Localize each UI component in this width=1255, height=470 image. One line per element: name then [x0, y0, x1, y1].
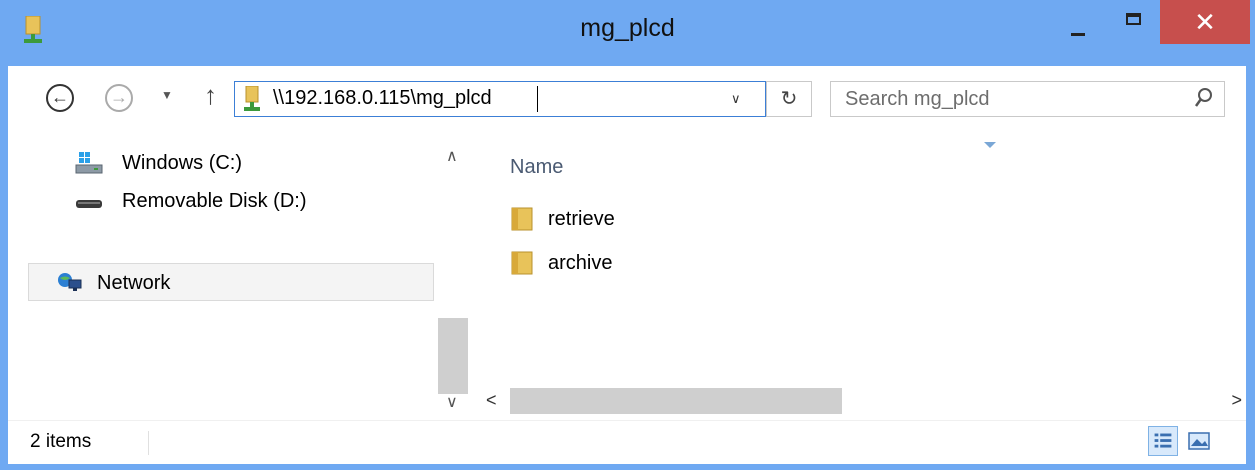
title-bar[interactable]: mg_plcd ✕ — [0, 0, 1255, 66]
sort-indicator-icon — [984, 142, 996, 148]
nav-item-label: Network — [97, 272, 171, 294]
navigation-bar: ← → ▼ ↑ \\192.168.0.115\mg_plcd ∨ ↻ Sear… — [0, 66, 1255, 138]
forward-button[interactable]: → — [105, 84, 133, 112]
scroll-down-button[interactable]: ∨ — [446, 392, 458, 412]
navigation-pane-scrollbar[interactable]: ∧ ∨ — [438, 138, 468, 420]
search-placeholder: Search mg_plcd — [845, 88, 990, 110]
removable-disk-icon — [76, 200, 102, 208]
navigation-pane[interactable]: Windows (C:) Removable Disk (D:) Network — [8, 138, 438, 420]
status-bar: 2 items — [8, 420, 1246, 464]
address-dropdown-button[interactable]: ∨ — [731, 91, 741, 107]
explorer-window: mg_plcd ✕ ← → ▼ ↑ \\192.168.0.115\mg_plc… — [0, 0, 1255, 470]
details-view-icon[interactable] — [1148, 426, 1178, 456]
search-icon[interactable] — [1194, 87, 1214, 109]
nav-item-label: Windows (C:) — [122, 152, 243, 174]
text-caret — [537, 86, 538, 112]
status-divider — [148, 431, 149, 455]
column-header-name[interactable]: Name — [510, 156, 563, 179]
network-icon — [58, 273, 82, 291]
nav-item-label: Removable Disk (D:) — [122, 190, 307, 212]
file-name: retrieve — [548, 208, 615, 230]
nav-item-network[interactable]: Network — [28, 263, 434, 301]
search-input[interactable]: Search mg_plcd — [830, 81, 1225, 117]
large-icons-view-icon[interactable] — [1184, 426, 1214, 456]
address-bar[interactable]: \\192.168.0.115\mg_plcd ∨ — [234, 81, 766, 117]
file-pane-horizontal-scrollbar[interactable]: < > — [476, 388, 1246, 414]
file-name: archive — [548, 252, 613, 274]
content-area: Windows (C:) Removable Disk (D:) Network — [8, 138, 1246, 420]
file-list-pane[interactable]: Name retrieve archive < > — [468, 138, 1246, 420]
folder-icon — [511, 207, 533, 231]
scrollbar-thumb[interactable] — [438, 318, 468, 394]
network-share-icon — [244, 86, 260, 111]
minimize-button[interactable] — [1052, 0, 1106, 44]
navigation-bar-inner: ← → ▼ ↑ \\192.168.0.115\mg_plcd ∨ ↻ Sear… — [8, 66, 1246, 138]
up-button[interactable]: ↑ — [204, 80, 217, 111]
scrollbar-thumb[interactable] — [510, 388, 842, 414]
back-button[interactable]: ← — [46, 84, 74, 112]
scroll-left-button[interactable]: < — [486, 390, 497, 411]
maximize-button[interactable] — [1107, 0, 1161, 44]
folder-icon — [511, 251, 533, 275]
scroll-up-button[interactable]: ∧ — [446, 146, 458, 166]
refresh-button[interactable]: ↻ — [766, 81, 812, 117]
close-button[interactable]: ✕ — [1160, 0, 1250, 44]
item-count: 2 items — [30, 431, 92, 452]
address-text[interactable]: \\192.168.0.115\mg_plcd — [273, 87, 492, 110]
scroll-right-button[interactable]: > — [1231, 390, 1242, 411]
drive-windows-icon — [75, 152, 103, 174]
recent-locations-button[interactable]: ▼ — [161, 88, 173, 102]
